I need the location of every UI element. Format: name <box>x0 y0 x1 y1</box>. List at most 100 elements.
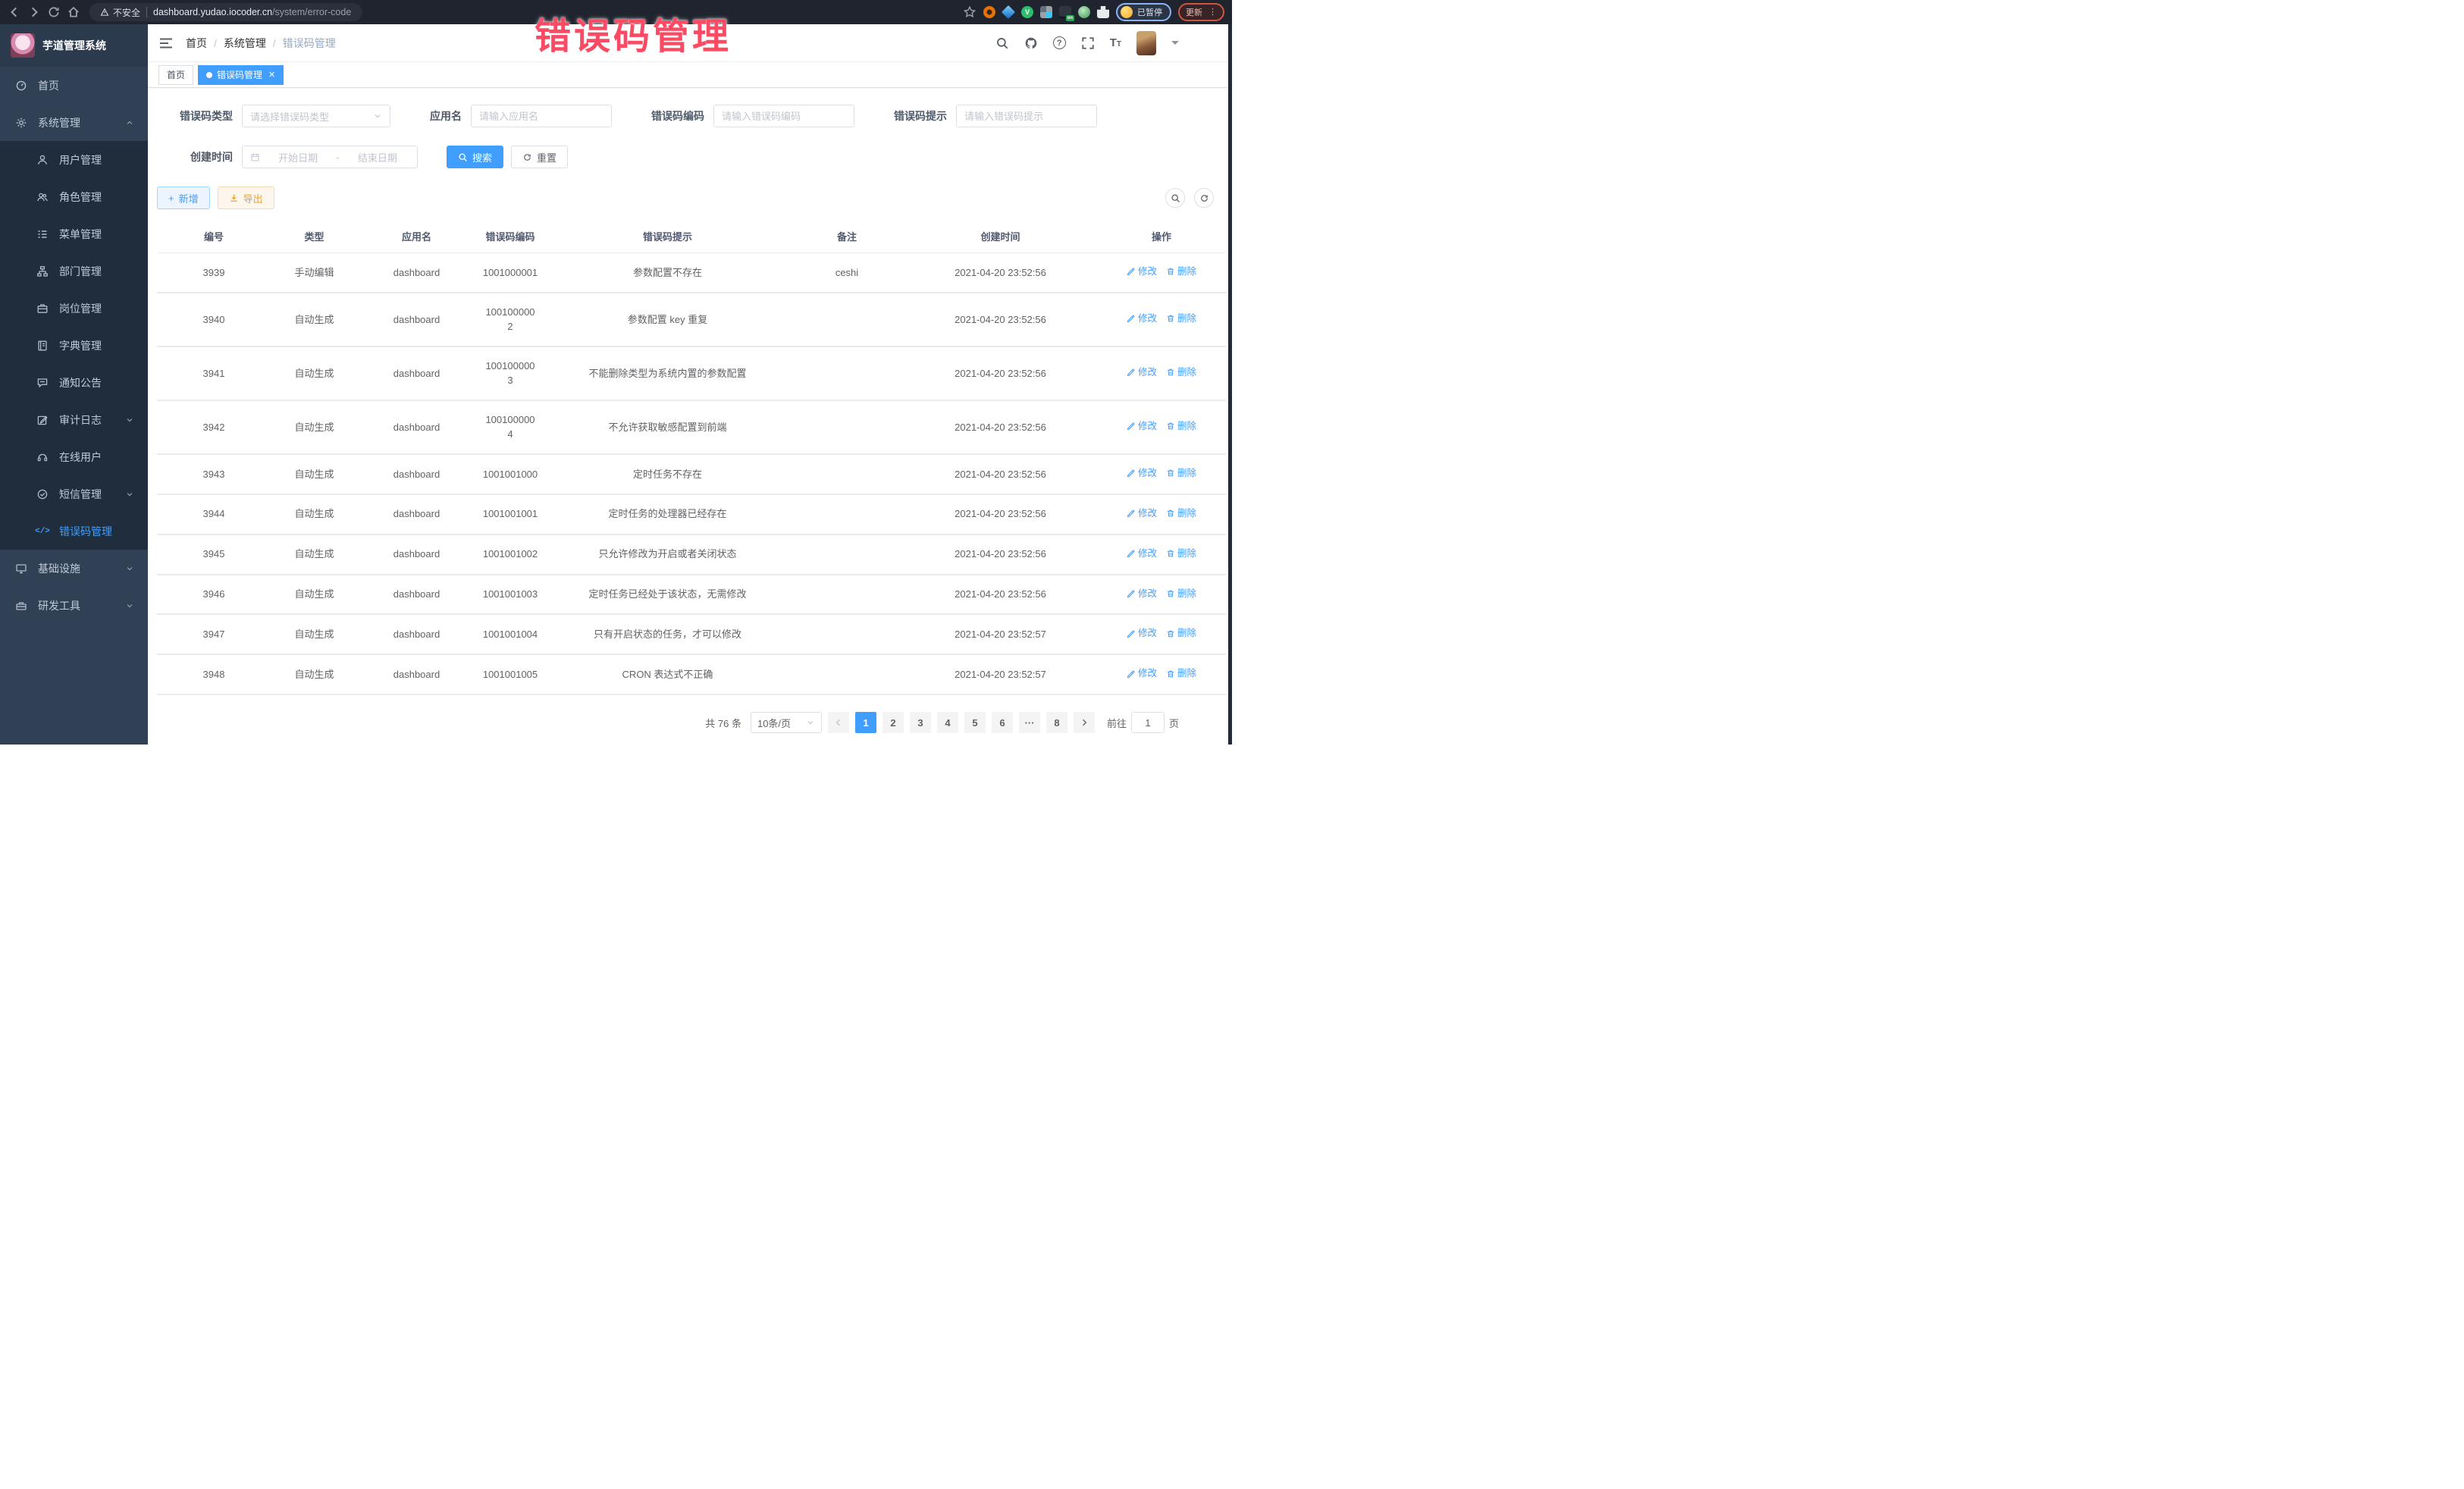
delete-link[interactable]: 删除 <box>1166 587 1196 601</box>
add-button[interactable]: + 新增 <box>157 187 210 209</box>
menu-dots-icon[interactable]: ⋮ <box>1208 9 1217 15</box>
cell-actions: 修改 删除 <box>1097 534 1226 575</box>
extension-icon-grid[interactable] <box>1040 6 1052 18</box>
delete-link[interactable]: 删除 <box>1166 666 1196 681</box>
sidebar-item-departments[interactable]: 部门管理 <box>0 252 148 290</box>
next-page-button[interactable] <box>1074 712 1095 733</box>
breadcrumb-system[interactable]: 系统管理 <box>224 36 266 51</box>
refresh-table-button[interactable] <box>1194 188 1214 208</box>
delete-link[interactable]: 删除 <box>1166 626 1196 641</box>
page-button-1[interactable]: 1 <box>855 712 876 733</box>
reload-icon[interactable] <box>47 5 61 19</box>
sidebar-item-infra[interactable]: 基础设施 <box>0 550 148 587</box>
extension-icon-tampermonkey[interactable]: on <box>1059 6 1071 18</box>
delete-link[interactable]: 删除 <box>1166 365 1196 380</box>
app-name-input[interactable] <box>479 111 603 122</box>
sidebar-item-notice[interactable]: 通知公告 <box>0 364 148 401</box>
sidebar-item-sms[interactable]: 短信管理 <box>0 475 148 513</box>
delete-link[interactable]: 删除 <box>1166 547 1196 561</box>
sidebar-item-audit-log[interactable]: 审计日志 <box>0 401 148 438</box>
forward-icon[interactable] <box>27 5 41 19</box>
cell-memo <box>790 654 904 694</box>
font-size-icon[interactable]: TT <box>1110 36 1121 49</box>
delete-link[interactable]: 删除 <box>1166 419 1196 434</box>
page-button-6[interactable]: 6 <box>992 712 1013 733</box>
github-icon[interactable] <box>1024 36 1038 50</box>
reset-button[interactable]: 重置 <box>511 146 568 168</box>
gear-icon <box>15 117 27 129</box>
fullscreen-icon[interactable] <box>1081 36 1095 50</box>
page-scrollbar[interactable] <box>1228 24 1232 744</box>
delete-link[interactable]: 删除 <box>1166 265 1196 279</box>
extension-icon-orange[interactable] <box>983 6 995 18</box>
browser-profile-chip[interactable]: 已暂停 <box>1116 3 1171 21</box>
home-icon[interactable] <box>67 5 80 19</box>
edit-link[interactable]: 修改 <box>1127 265 1157 279</box>
hamburger-icon[interactable] <box>158 36 174 51</box>
update-label: 更新 <box>1186 6 1202 18</box>
edit-link[interactable]: 修改 <box>1127 312 1157 326</box>
sidebar-item-posts[interactable]: 岗位管理 <box>0 290 148 327</box>
search-icon[interactable] <box>995 36 1009 50</box>
menu-list-icon <box>36 228 49 240</box>
page-button-3[interactable]: 3 <box>910 712 931 733</box>
error-code-input[interactable] <box>722 111 846 122</box>
page-size-select[interactable]: 10条/页 <box>751 712 822 733</box>
page-button-4[interactable]: 4 <box>937 712 958 733</box>
user-avatar[interactable] <box>1136 31 1156 55</box>
app-logo-row[interactable]: 芋道管理系统 <box>0 24 148 67</box>
sidebar-item-menus[interactable]: 菜单管理 <box>0 215 148 252</box>
browser-update-button[interactable]: 更新 ⋮ <box>1178 3 1224 21</box>
edit-link[interactable]: 修改 <box>1127 419 1157 434</box>
cell-app: dashboard <box>358 293 475 346</box>
page-button-5[interactable]: 5 <box>964 712 986 733</box>
error-type-label: 错误码类型 <box>157 108 233 124</box>
page-button-2[interactable]: 2 <box>882 712 904 733</box>
sidebar-item-home[interactable]: 首页 <box>0 67 148 104</box>
back-icon[interactable] <box>8 5 21 19</box>
edit-link[interactable]: 修改 <box>1127 587 1157 601</box>
extension-icon-gem[interactable] <box>1002 5 1015 19</box>
page-button-8[interactable]: 8 <box>1046 712 1067 733</box>
edit-link[interactable]: 修改 <box>1127 365 1157 380</box>
sidebar-item-roles[interactable]: 角色管理 <box>0 178 148 215</box>
edit-link[interactable]: 修改 <box>1127 466 1157 481</box>
sidebar-item-users[interactable]: 用户管理 <box>0 141 148 178</box>
edit-link[interactable]: 修改 <box>1127 666 1157 681</box>
bookmark-star-icon[interactable] <box>963 5 977 19</box>
sidebar-item-error-code[interactable]: </> 错误码管理 <box>0 513 148 550</box>
error-msg-input[interactable] <box>964 111 1089 122</box>
sidebar-item-system[interactable]: 系统管理 <box>0 104 148 141</box>
help-icon[interactable]: ? <box>1053 36 1066 49</box>
tab-error-code[interactable]: 错误码管理 ✕ <box>198 65 284 85</box>
address-bar[interactable]: 不安全 dashboard.yudao.iocoder.cn/system/er… <box>89 3 362 21</box>
extension-icon-key[interactable] <box>1078 6 1090 18</box>
toggle-search-button[interactable] <box>1165 188 1185 208</box>
extension-icon-vue[interactable]: V <box>1021 6 1033 18</box>
error-type-select[interactable]: 请选择错误码类型 <box>242 105 390 127</box>
close-icon[interactable]: ✕ <box>268 70 275 80</box>
tab-home[interactable]: 首页 <box>158 65 193 85</box>
delete-link[interactable]: 删除 <box>1166 466 1196 481</box>
avatar-caret-icon[interactable] <box>1171 41 1179 49</box>
sidebar-item-online-users[interactable]: 在线用户 <box>0 438 148 475</box>
export-button[interactable]: 导出 <box>218 187 274 209</box>
delete-link[interactable]: 删除 <box>1166 506 1196 521</box>
more-pages-button[interactable]: ··· <box>1019 712 1040 733</box>
date-range-picker[interactable]: 开始日期 - 结束日期 <box>242 146 418 168</box>
delete-link[interactable]: 删除 <box>1166 312 1196 326</box>
sidebar-item-dict[interactable]: 字典管理 <box>0 327 148 364</box>
prev-page-button[interactable] <box>828 712 849 733</box>
edit-link[interactable]: 修改 <box>1127 547 1157 561</box>
edit-link[interactable]: 修改 <box>1127 506 1157 521</box>
extensions-puzzle-icon[interactable] <box>1097 6 1109 18</box>
edit-link[interactable]: 修改 <box>1127 626 1157 641</box>
search-button[interactable]: 搜索 <box>447 146 503 168</box>
cell-type: 自动生成 <box>271 494 358 534</box>
breadcrumb-home[interactable]: 首页 <box>186 36 207 51</box>
goto-page-input[interactable] <box>1131 712 1165 733</box>
security-chip[interactable]: 不安全 <box>100 6 140 19</box>
cell-actions: 修改 删除 <box>1097 494 1226 534</box>
sidebar-item-devtools[interactable]: 研发工具 <box>0 587 148 624</box>
browser-toolbar: 不安全 dashboard.yudao.iocoder.cn/system/er… <box>0 0 1232 24</box>
